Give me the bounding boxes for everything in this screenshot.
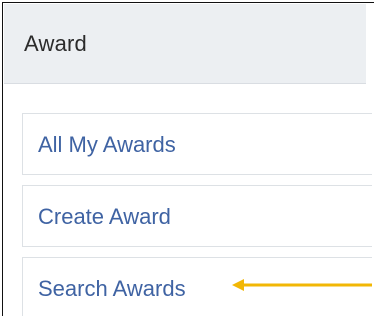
panel-title: Award	[24, 31, 87, 56]
award-panel: Award All My Awards Create Award Search …	[2, 2, 374, 316]
nav-item-all-my-awards[interactable]: All My Awards	[22, 113, 372, 175]
panel-header: Award	[4, 4, 366, 84]
nav-item-label: All My Awards	[38, 132, 176, 157]
arrow-left-icon	[232, 279, 372, 291]
nav-item-label: Search Awards	[38, 276, 186, 301]
nav-item-label: Create Award	[38, 204, 171, 229]
nav-item-create-award[interactable]: Create Award	[22, 185, 372, 247]
